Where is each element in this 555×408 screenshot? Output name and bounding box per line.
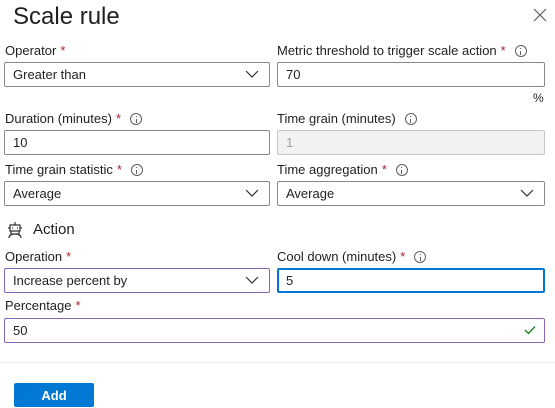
metric-threshold-label: Metric threshold to trigger scale action… (277, 43, 527, 59)
time-grain-statistic-label-text: Time grain statistic (5, 162, 113, 177)
time-grain-label: Time grain (minutes) (277, 111, 417, 127)
footer-divider (0, 362, 555, 363)
time-grain-statistic-value: Average (13, 186, 62, 201)
cool-down-input[interactable]: 5 (277, 268, 545, 293)
percentage-value: 50 (13, 323, 28, 338)
required-marker: * (66, 249, 72, 264)
percentage-label: Percentage * (5, 298, 81, 314)
robot-icon (8, 222, 22, 239)
percentage-label-text: Percentage (5, 298, 72, 313)
operator-value: Greater than (13, 67, 86, 82)
required-marker: * (381, 162, 387, 177)
time-aggregation-value: Average (286, 186, 335, 201)
info-icon[interactable] (130, 164, 143, 176)
time-aggregation-label-text: Time aggregation (277, 162, 378, 177)
time-aggregation-dropdown[interactable]: Average (277, 181, 545, 206)
cool-down-label: Cool down (minutes) * (277, 249, 427, 265)
duration-value: 10 (13, 135, 28, 150)
info-icon[interactable] (130, 113, 142, 125)
time-grain-label-text: Time grain (minutes) (277, 111, 396, 126)
action-section-header: Action (6, 221, 75, 239)
percentage-input[interactable]: 50 (4, 318, 545, 343)
metric-threshold-label-text: Metric threshold to trigger scale action (277, 43, 497, 58)
percent-unit: % (533, 91, 544, 105)
operator-label-text: Operator (5, 43, 57, 58)
info-icon[interactable] (414, 251, 427, 263)
required-marker: * (115, 111, 121, 126)
metric-threshold-value: 70 (286, 67, 301, 82)
checkmark-icon (524, 326, 536, 335)
required-marker: * (400, 249, 406, 264)
duration-input[interactable]: 10 (4, 130, 270, 155)
cool-down-label-text: Cool down (minutes) (277, 249, 397, 264)
operation-label: Operation * (5, 249, 71, 265)
operator-dropdown[interactable]: Greater than (4, 62, 270, 87)
operator-label: Operator * (5, 43, 65, 59)
operation-label-text: Operation (5, 249, 63, 264)
required-marker: * (60, 43, 66, 58)
chevron-down-icon (245, 276, 259, 284)
metric-threshold-input[interactable]: 70 (277, 62, 545, 87)
chevron-down-icon (245, 70, 259, 78)
time-aggregation-label: Time aggregation * (277, 162, 408, 178)
close-icon[interactable] (533, 8, 547, 22)
chevron-down-icon (520, 189, 534, 197)
action-heading: Action (33, 221, 75, 238)
operation-dropdown[interactable]: Increase percent by (4, 268, 270, 293)
cool-down-value: 5 (286, 273, 294, 288)
required-marker: * (116, 162, 122, 177)
info-icon[interactable] (514, 45, 527, 57)
required-marker: * (75, 298, 81, 313)
time-grain-input: 1 (277, 130, 545, 155)
time-grain-value: 1 (286, 135, 294, 150)
required-marker: * (500, 43, 506, 58)
time-grain-statistic-dropdown[interactable]: Average (4, 181, 270, 206)
time-grain-statistic-label: Time grain statistic * (5, 162, 143, 178)
panel-title: Scale rule (13, 3, 120, 30)
info-icon[interactable] (404, 113, 417, 125)
operation-value: Increase percent by (13, 273, 128, 288)
chevron-down-icon (245, 189, 259, 197)
duration-label-text: Duration (minutes) (5, 111, 112, 126)
duration-label: Duration (minutes) * (5, 111, 142, 127)
info-icon[interactable] (395, 164, 408, 176)
add-button[interactable]: Add (14, 383, 94, 407)
